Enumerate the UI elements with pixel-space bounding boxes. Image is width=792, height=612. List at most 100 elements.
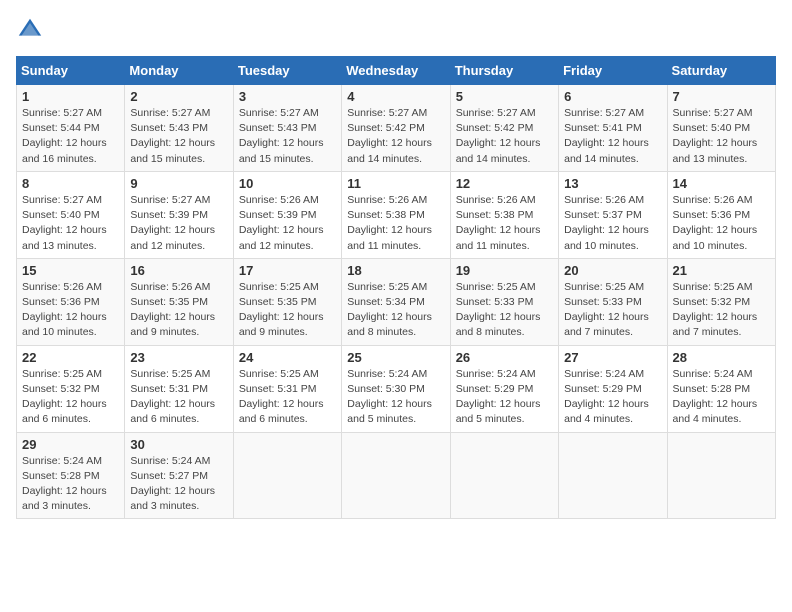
day-number: 20: [564, 263, 661, 278]
col-header-saturday: Saturday: [667, 57, 775, 85]
calendar-cell: 16 Sunrise: 5:26 AMSunset: 5:35 PMDaylig…: [125, 258, 233, 345]
col-header-friday: Friday: [559, 57, 667, 85]
calendar-cell: 10 Sunrise: 5:26 AMSunset: 5:39 PMDaylig…: [233, 171, 341, 258]
day-detail: Sunrise: 5:25 AMSunset: 5:33 PMDaylight:…: [564, 281, 649, 339]
day-number: 1: [22, 89, 119, 104]
day-number: 6: [564, 89, 661, 104]
page-header: [16, 16, 776, 44]
day-number: 18: [347, 263, 444, 278]
day-number: 27: [564, 350, 661, 365]
calendar-cell: 27 Sunrise: 5:24 AMSunset: 5:29 PMDaylig…: [559, 345, 667, 432]
day-detail: Sunrise: 5:24 AMSunset: 5:29 PMDaylight:…: [456, 368, 541, 426]
col-header-monday: Monday: [125, 57, 233, 85]
day-detail: Sunrise: 5:24 AMSunset: 5:29 PMDaylight:…: [564, 368, 649, 426]
day-detail: Sunrise: 5:24 AMSunset: 5:28 PMDaylight:…: [22, 455, 107, 513]
day-number: 22: [22, 350, 119, 365]
day-detail: Sunrise: 5:27 AMSunset: 5:43 PMDaylight:…: [130, 107, 215, 165]
day-detail: Sunrise: 5:27 AMSunset: 5:41 PMDaylight:…: [564, 107, 649, 165]
day-detail: Sunrise: 5:27 AMSunset: 5:42 PMDaylight:…: [456, 107, 541, 165]
day-number: 23: [130, 350, 227, 365]
calendar-cell: 13 Sunrise: 5:26 AMSunset: 5:37 PMDaylig…: [559, 171, 667, 258]
day-detail: Sunrise: 5:25 AMSunset: 5:31 PMDaylight:…: [239, 368, 324, 426]
day-number: 29: [22, 437, 119, 452]
logo: [16, 16, 48, 44]
day-detail: Sunrise: 5:25 AMSunset: 5:32 PMDaylight:…: [673, 281, 758, 339]
day-detail: Sunrise: 5:27 AMSunset: 5:40 PMDaylight:…: [673, 107, 758, 165]
calendar-cell: 11 Sunrise: 5:26 AMSunset: 5:38 PMDaylig…: [342, 171, 450, 258]
calendar-cell: 7 Sunrise: 5:27 AMSunset: 5:40 PMDayligh…: [667, 85, 775, 172]
col-header-wednesday: Wednesday: [342, 57, 450, 85]
calendar-cell: 19 Sunrise: 5:25 AMSunset: 5:33 PMDaylig…: [450, 258, 558, 345]
day-detail: Sunrise: 5:24 AMSunset: 5:27 PMDaylight:…: [130, 455, 215, 513]
calendar-cell: 26 Sunrise: 5:24 AMSunset: 5:29 PMDaylig…: [450, 345, 558, 432]
day-number: 8: [22, 176, 119, 191]
day-number: 25: [347, 350, 444, 365]
day-number: 19: [456, 263, 553, 278]
day-number: 14: [673, 176, 770, 191]
day-detail: Sunrise: 5:24 AMSunset: 5:28 PMDaylight:…: [673, 368, 758, 426]
calendar-cell: 15 Sunrise: 5:26 AMSunset: 5:36 PMDaylig…: [17, 258, 125, 345]
day-number: 13: [564, 176, 661, 191]
calendar-cell: 5 Sunrise: 5:27 AMSunset: 5:42 PMDayligh…: [450, 85, 558, 172]
day-detail: Sunrise: 5:25 AMSunset: 5:33 PMDaylight:…: [456, 281, 541, 339]
day-number: 17: [239, 263, 336, 278]
calendar-cell: 29 Sunrise: 5:24 AMSunset: 5:28 PMDaylig…: [17, 432, 125, 519]
calendar-cell: 14 Sunrise: 5:26 AMSunset: 5:36 PMDaylig…: [667, 171, 775, 258]
calendar-cell: 25 Sunrise: 5:24 AMSunset: 5:30 PMDaylig…: [342, 345, 450, 432]
calendar-cell: [450, 432, 558, 519]
day-detail: Sunrise: 5:27 AMSunset: 5:40 PMDaylight:…: [22, 194, 107, 252]
day-detail: Sunrise: 5:26 AMSunset: 5:38 PMDaylight:…: [456, 194, 541, 252]
calendar-cell: 6 Sunrise: 5:27 AMSunset: 5:41 PMDayligh…: [559, 85, 667, 172]
day-number: 15: [22, 263, 119, 278]
calendar-cell: 18 Sunrise: 5:25 AMSunset: 5:34 PMDaylig…: [342, 258, 450, 345]
day-number: 11: [347, 176, 444, 191]
day-detail: Sunrise: 5:27 AMSunset: 5:44 PMDaylight:…: [22, 107, 107, 165]
calendar-cell: 23 Sunrise: 5:25 AMSunset: 5:31 PMDaylig…: [125, 345, 233, 432]
calendar-cell: [559, 432, 667, 519]
day-detail: Sunrise: 5:26 AMSunset: 5:38 PMDaylight:…: [347, 194, 432, 252]
day-detail: Sunrise: 5:26 AMSunset: 5:37 PMDaylight:…: [564, 194, 649, 252]
day-number: 28: [673, 350, 770, 365]
day-detail: Sunrise: 5:26 AMSunset: 5:35 PMDaylight:…: [130, 281, 215, 339]
calendar-cell: 2 Sunrise: 5:27 AMSunset: 5:43 PMDayligh…: [125, 85, 233, 172]
calendar-cell: 3 Sunrise: 5:27 AMSunset: 5:43 PMDayligh…: [233, 85, 341, 172]
calendar-table: SundayMondayTuesdayWednesdayThursdayFrid…: [16, 56, 776, 519]
day-number: 9: [130, 176, 227, 191]
calendar-cell: 22 Sunrise: 5:25 AMSunset: 5:32 PMDaylig…: [17, 345, 125, 432]
day-number: 3: [239, 89, 336, 104]
calendar-cell: [667, 432, 775, 519]
calendar-cell: 24 Sunrise: 5:25 AMSunset: 5:31 PMDaylig…: [233, 345, 341, 432]
day-number: 26: [456, 350, 553, 365]
day-number: 30: [130, 437, 227, 452]
calendar-cell: 20 Sunrise: 5:25 AMSunset: 5:33 PMDaylig…: [559, 258, 667, 345]
day-number: 5: [456, 89, 553, 104]
calendar-cell: 9 Sunrise: 5:27 AMSunset: 5:39 PMDayligh…: [125, 171, 233, 258]
calendar-cell: [233, 432, 341, 519]
day-detail: Sunrise: 5:25 AMSunset: 5:34 PMDaylight:…: [347, 281, 432, 339]
calendar-cell: 8 Sunrise: 5:27 AMSunset: 5:40 PMDayligh…: [17, 171, 125, 258]
calendar-cell: 12 Sunrise: 5:26 AMSunset: 5:38 PMDaylig…: [450, 171, 558, 258]
calendar-cell: [342, 432, 450, 519]
day-detail: Sunrise: 5:25 AMSunset: 5:32 PMDaylight:…: [22, 368, 107, 426]
day-detail: Sunrise: 5:26 AMSunset: 5:36 PMDaylight:…: [22, 281, 107, 339]
day-detail: Sunrise: 5:25 AMSunset: 5:35 PMDaylight:…: [239, 281, 324, 339]
logo-icon: [16, 16, 44, 44]
day-detail: Sunrise: 5:25 AMSunset: 5:31 PMDaylight:…: [130, 368, 215, 426]
day-detail: Sunrise: 5:27 AMSunset: 5:42 PMDaylight:…: [347, 107, 432, 165]
col-header-thursday: Thursday: [450, 57, 558, 85]
day-detail: Sunrise: 5:24 AMSunset: 5:30 PMDaylight:…: [347, 368, 432, 426]
col-header-tuesday: Tuesday: [233, 57, 341, 85]
calendar-cell: 17 Sunrise: 5:25 AMSunset: 5:35 PMDaylig…: [233, 258, 341, 345]
calendar-cell: 30 Sunrise: 5:24 AMSunset: 5:27 PMDaylig…: [125, 432, 233, 519]
day-number: 7: [673, 89, 770, 104]
day-detail: Sunrise: 5:26 AMSunset: 5:36 PMDaylight:…: [673, 194, 758, 252]
day-number: 16: [130, 263, 227, 278]
calendar-cell: 28 Sunrise: 5:24 AMSunset: 5:28 PMDaylig…: [667, 345, 775, 432]
calendar-cell: 1 Sunrise: 5:27 AMSunset: 5:44 PMDayligh…: [17, 85, 125, 172]
calendar-cell: 21 Sunrise: 5:25 AMSunset: 5:32 PMDaylig…: [667, 258, 775, 345]
day-detail: Sunrise: 5:27 AMSunset: 5:39 PMDaylight:…: [130, 194, 215, 252]
col-header-sunday: Sunday: [17, 57, 125, 85]
day-number: 12: [456, 176, 553, 191]
day-number: 24: [239, 350, 336, 365]
day-number: 10: [239, 176, 336, 191]
